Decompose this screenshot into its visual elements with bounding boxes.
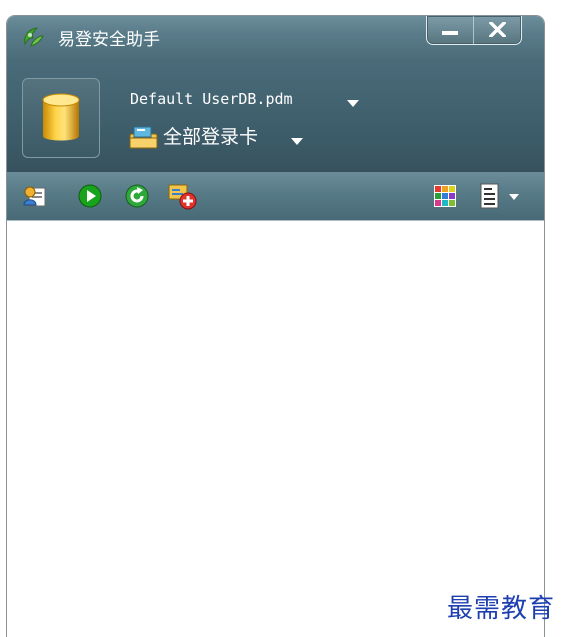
database-header: Default UserDB.pdm 全部登录卡 xyxy=(7,59,544,172)
card-folder-icon xyxy=(128,125,159,149)
title-bar[interactable]: 易登安全助手 xyxy=(7,16,544,59)
refresh-button[interactable] xyxy=(124,172,150,220)
database-dropdown-chevron-icon[interactable] xyxy=(347,100,359,107)
database-cylinder-icon xyxy=(42,93,80,141)
window-title: 易登安全助手 xyxy=(58,30,160,50)
close-icon xyxy=(489,22,506,37)
add-card-icon xyxy=(168,184,197,210)
user-manage-icon[interactable] xyxy=(23,172,49,220)
app-logo-icon xyxy=(21,26,45,48)
view-mode-button[interactable] xyxy=(477,172,525,220)
play-icon xyxy=(78,184,102,208)
color-grid-icon xyxy=(434,185,456,207)
app-window: 易登安全助手 Default UserDB.pdm 全部登录卡 xyxy=(6,15,545,637)
view-dropdown-chevron-icon[interactable] xyxy=(509,194,519,200)
add-card-button[interactable] xyxy=(167,172,197,220)
category-selector[interactable]: 全部登录卡 xyxy=(163,125,258,149)
play-button[interactable] xyxy=(77,172,103,220)
watermark-text: 最需教育 xyxy=(447,594,556,624)
database-file-name[interactable]: Default UserDB.pdm xyxy=(130,90,293,108)
refresh-icon xyxy=(125,184,149,208)
view-list-icon xyxy=(480,183,499,209)
color-grid-button[interactable] xyxy=(432,172,458,220)
close-button[interactable] xyxy=(474,16,521,44)
window-controls xyxy=(426,16,522,45)
card-list-area[interactable] xyxy=(7,221,544,637)
toolbar xyxy=(7,172,544,221)
database-button[interactable] xyxy=(22,78,100,158)
category-dropdown-chevron-icon[interactable] xyxy=(291,138,303,145)
minimize-button[interactable] xyxy=(427,16,473,44)
